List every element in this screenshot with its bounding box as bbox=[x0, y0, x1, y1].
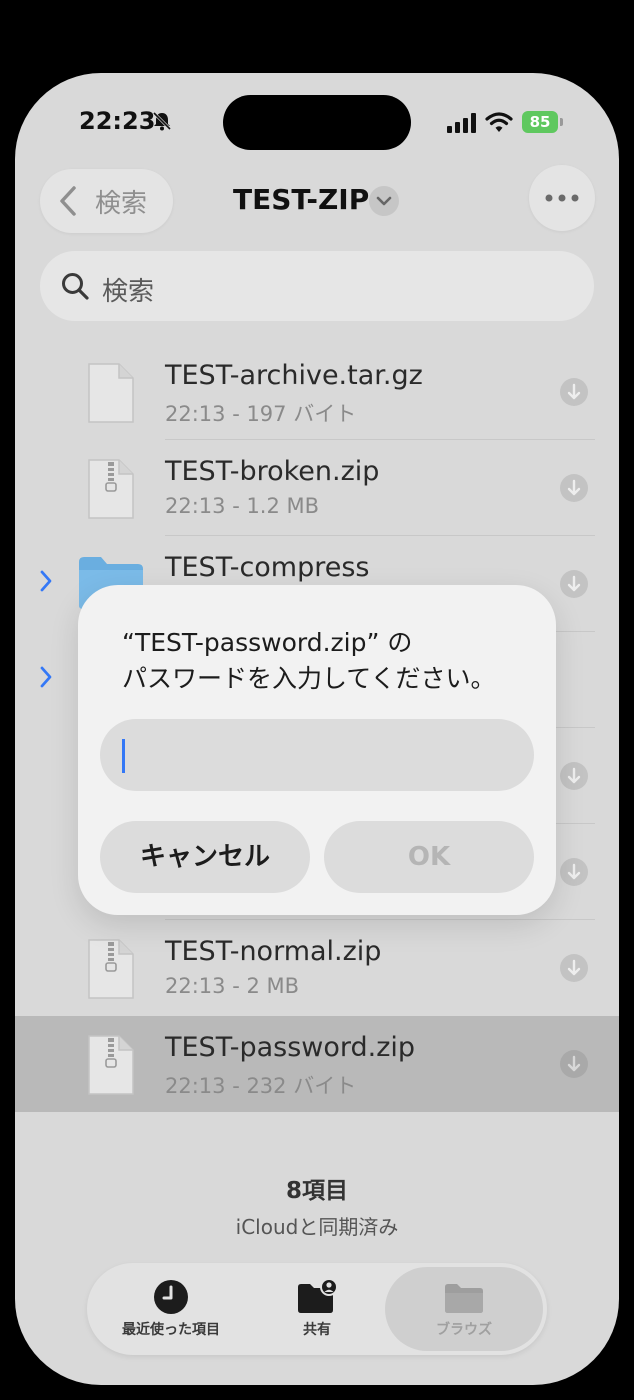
clock-icon bbox=[154, 1280, 188, 1314]
download-icon[interactable] bbox=[560, 378, 588, 406]
file-row-normal[interactable]: TEST-normal.zip 22:13 - 2 MB bbox=[15, 920, 619, 1016]
tab-browse[interactable]: ブラウズ bbox=[385, 1267, 543, 1351]
dynamic-island bbox=[223, 95, 411, 150]
file-row-archive[interactable]: TEST-archive.tar.gz 22:13 - 197 バイト bbox=[15, 344, 619, 440]
arrow-down-icon bbox=[567, 767, 581, 784]
file-name: TEST-password.zip bbox=[165, 1032, 416, 1063]
tab-browse-label: ブラウズ bbox=[436, 1322, 492, 1338]
zip-file-icon bbox=[88, 939, 134, 999]
file-meta: 22:13 - 1.2 MB bbox=[165, 494, 320, 518]
dialog-message-line2: パスワードを入力してください。 bbox=[122, 664, 496, 693]
search-placeholder: 検索 bbox=[102, 277, 155, 307]
arrow-down-icon bbox=[567, 479, 581, 496]
zip-file-icon bbox=[88, 1035, 134, 1095]
text-caret bbox=[122, 739, 125, 773]
battery-tip bbox=[560, 118, 563, 126]
tab-shared-label: 共有 bbox=[303, 1322, 331, 1338]
download-icon[interactable] bbox=[560, 474, 588, 502]
file-name: TEST-broken.zip bbox=[165, 456, 380, 487]
bell-muted-icon bbox=[152, 111, 172, 131]
file-meta: 22:13 - 232 バイト bbox=[165, 1074, 357, 1098]
file-meta: 22:13 - 197 バイト bbox=[165, 402, 357, 426]
chevron-left-icon bbox=[60, 186, 76, 216]
tab-shared[interactable]: 共有 bbox=[267, 1263, 367, 1355]
search-icon bbox=[62, 273, 89, 300]
file-name: TEST-compress bbox=[165, 552, 370, 583]
folder-icon bbox=[445, 1284, 483, 1313]
tab-recents[interactable]: 最近使った項目 bbox=[107, 1263, 235, 1355]
download-icon[interactable] bbox=[560, 570, 588, 598]
zip-file-icon bbox=[88, 459, 134, 519]
dialog-message-line1: “TEST-password.zip” の bbox=[122, 628, 413, 657]
search-field[interactable]: 検索 bbox=[40, 251, 594, 321]
back-button[interactable]: 検索 bbox=[40, 169, 173, 233]
download-icon[interactable] bbox=[560, 954, 588, 982]
cellular-signal-icon bbox=[447, 113, 476, 133]
battery-indicator: 85 bbox=[522, 111, 558, 133]
chevron-right-icon[interactable] bbox=[39, 568, 53, 594]
page-title[interactable]: TEST-ZIP bbox=[233, 183, 369, 216]
back-button-label: 検索 bbox=[95, 189, 148, 219]
ellipsis-icon bbox=[545, 194, 579, 202]
ok-button[interactable]: OK bbox=[324, 821, 534, 893]
file-name: TEST-normal.zip bbox=[165, 936, 382, 967]
title-menu-button[interactable] bbox=[369, 186, 399, 216]
tab-recents-label: 最近使った項目 bbox=[122, 1322, 220, 1338]
wifi-icon bbox=[485, 112, 513, 132]
shared-folder-icon bbox=[298, 1279, 337, 1313]
file-row-password[interactable]: TEST-password.zip 22:13 - 232 バイト bbox=[15, 1016, 619, 1112]
arrow-down-icon bbox=[567, 863, 581, 880]
arrow-down-icon bbox=[567, 1055, 581, 1072]
arrow-down-icon bbox=[567, 575, 581, 592]
item-count: 8項目 bbox=[285, 1178, 348, 1204]
dialog-message: “TEST-password.zip” の パスワードを入力してください。 bbox=[122, 625, 542, 697]
file-name: TEST-archive.tar.gz bbox=[165, 360, 423, 391]
cancel-button[interactable]: キャンセル bbox=[100, 821, 310, 893]
password-input[interactable] bbox=[100, 719, 534, 791]
chevron-down-icon bbox=[376, 196, 392, 206]
arrow-down-icon bbox=[567, 383, 581, 400]
arrow-down-icon bbox=[567, 959, 581, 976]
sync-status: iCloudと同期済み bbox=[235, 1215, 399, 1239]
status-time: 22:23 bbox=[79, 107, 156, 135]
download-icon[interactable] bbox=[560, 1050, 588, 1078]
download-icon[interactable] bbox=[560, 762, 588, 790]
download-icon[interactable] bbox=[560, 858, 588, 886]
chevron-right-icon[interactable] bbox=[39, 664, 53, 690]
tab-bar: 最近使った項目 共有 ブラウズ bbox=[87, 1263, 547, 1355]
document-icon bbox=[88, 363, 134, 423]
password-dialog: “TEST-password.zip” の パスワードを入力してください。 キャ… bbox=[78, 585, 556, 915]
more-options-button[interactable] bbox=[529, 165, 595, 231]
phone-screen: 22:23 85 検索 TEST-ZIP 検索 TEST-archive.tar… bbox=[15, 73, 619, 1385]
file-meta: 22:13 - 2 MB bbox=[165, 974, 300, 998]
file-row-broken[interactable]: TEST-broken.zip 22:13 - 1.2 MB bbox=[15, 440, 619, 536]
